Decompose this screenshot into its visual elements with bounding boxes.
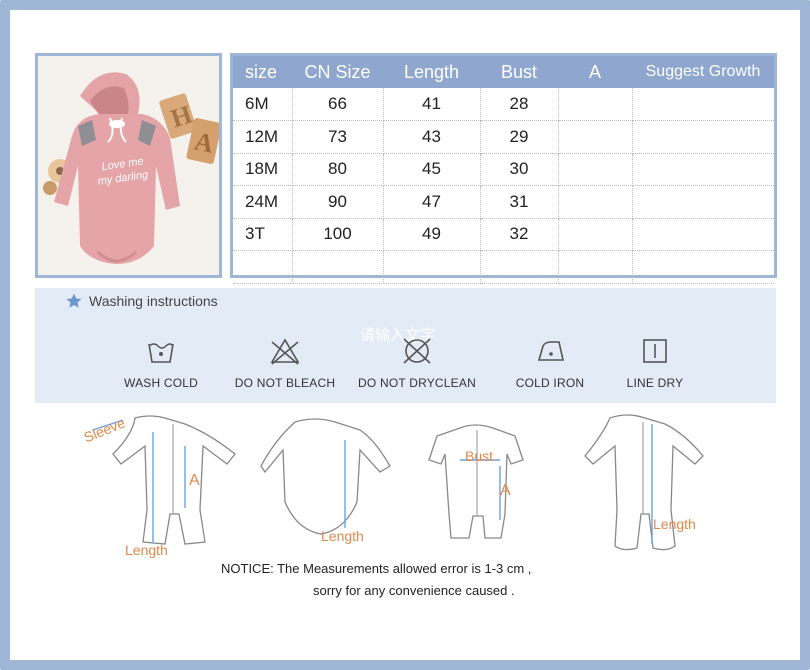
cell-size: 24M [233, 185, 293, 219]
cell-bust: 32 [480, 218, 559, 251]
cell-bust: 31 [480, 185, 559, 219]
wash-cold-item: WASH COLD [91, 336, 231, 390]
header-length: Length [383, 56, 480, 88]
cell-size [233, 250, 293, 284]
bodysuit-outline [260, 418, 391, 535]
cell-cn-size: 80 [292, 153, 384, 186]
header-bust: Bust [480, 56, 558, 88]
header-cn-size: CN Size [292, 56, 383, 88]
size-table: size CN Size Length Bust A Suggest Growt… [230, 53, 777, 284]
romper-outline-1 [112, 415, 236, 545]
cell-suggest-growth [632, 120, 774, 154]
washing-instructions-panel: Washing instructions 请输入文字 WASH COLD DO … [35, 288, 776, 403]
cell-cn-size: 73 [292, 120, 384, 154]
cell-length: 43 [383, 120, 481, 154]
cell-suggest-growth [632, 218, 774, 251]
star-icon [66, 293, 82, 308]
table-row [233, 250, 774, 284]
cell-a [558, 250, 633, 284]
cell-size: 6M [233, 88, 293, 121]
header-size: size [233, 56, 292, 88]
notice-line-1: NOTICE: The Measurements allowed error i… [221, 561, 532, 576]
table-row: 3T 100 49 32 [233, 218, 774, 251]
no-dryclean-icon [403, 338, 431, 364]
no-dryclean-item: DO NOT DRYCLEAN [347, 336, 487, 390]
cell-a [558, 88, 633, 121]
cell-bust: 28 [480, 88, 559, 121]
table-row: 6M 66 41 28 [233, 88, 774, 121]
no-dryclean-label: DO NOT DRYCLEAN [358, 376, 476, 390]
wash-cold-icon [148, 343, 174, 363]
line-dry-icon [643, 339, 667, 363]
cell-length: 41 [383, 88, 481, 121]
cell-bust [480, 250, 559, 284]
line-dry-item: LINE DRY [585, 336, 725, 390]
cell-cn-size: 90 [292, 185, 384, 219]
cell-size: 12M [233, 120, 293, 154]
cell-a [558, 218, 633, 251]
length-label-1: Length [125, 542, 168, 558]
length-label-3: Length [653, 516, 696, 532]
cell-a [558, 120, 633, 154]
size-table-header: size CN Size Length Bust A Suggest Growt… [233, 56, 774, 88]
cell-suggest-growth [632, 88, 774, 121]
cell-a [558, 153, 633, 186]
cold-iron-icon [537, 341, 564, 361]
cell-length: 49 [383, 218, 481, 251]
garment-outlines [92, 414, 704, 551]
cell-cn-size [292, 250, 384, 284]
length-label-2: Length [321, 528, 364, 544]
line-dry-label: LINE DRY [626, 376, 684, 390]
header-suggest-growth: Suggest Growth [632, 56, 774, 88]
cell-suggest-growth [632, 153, 774, 186]
cell-a [558, 185, 633, 219]
cell-suggest-growth [632, 185, 774, 219]
no-bleach-label: DO NOT BLEACH [234, 376, 336, 390]
measurement-diagrams: Sleeve A Length Length Bust A Length [75, 410, 735, 560]
table-row: 18M 80 45 30 [233, 153, 774, 186]
cell-size: 3T [233, 218, 293, 251]
a-label-2: A [500, 482, 511, 499]
no-bleach-icon [270, 338, 300, 365]
cell-cn-size: 66 [292, 88, 384, 121]
washing-title: Washing instructions [65, 292, 218, 310]
notice-line-2: sorry for any convenience caused . [313, 583, 515, 598]
bust-label: Bust [465, 448, 494, 464]
no-bleach-item: DO NOT BLEACH [215, 336, 355, 390]
cell-cn-size: 100 [292, 218, 384, 251]
washing-title-text: Washing instructions [89, 293, 218, 309]
cell-bust: 30 [480, 153, 559, 186]
product-photo: H A Love me my darling [35, 53, 222, 278]
measurement-lines [92, 419, 653, 544]
table-row: 12M 73 43 29 [233, 120, 774, 154]
cell-length [383, 250, 481, 284]
romper-photo-image: H A Love me my darling [38, 56, 219, 275]
cell-size: 18M [233, 153, 293, 186]
a-label-1: A [189, 472, 200, 489]
cell-bust: 29 [480, 120, 559, 154]
cell-length: 45 [383, 153, 481, 186]
cell-length: 47 [383, 185, 481, 219]
cell-suggest-growth [632, 250, 774, 284]
wash-cold-label: WASH COLD [123, 376, 199, 390]
table-row: 24M 90 47 31 [233, 185, 774, 219]
header-a: A [558, 56, 632, 88]
